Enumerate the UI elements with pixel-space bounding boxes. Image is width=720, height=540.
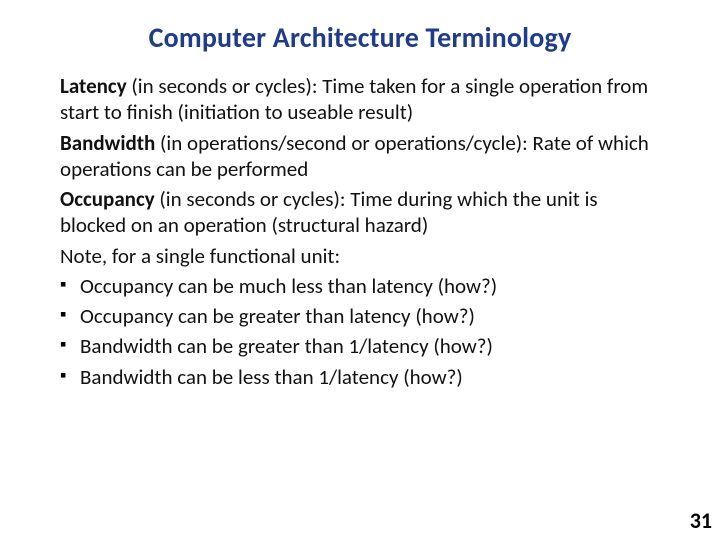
list-item: Bandwidth can be less than 1/latency (ho…: [60, 364, 660, 390]
definition-latency: Latency (in seconds or cycles): Time tak…: [60, 73, 660, 126]
note-line: Note, for a single functional unit:: [60, 243, 660, 269]
list-item: Bandwidth can be greater than 1/latency …: [60, 333, 660, 359]
slide-title: Computer Architecture Terminology: [0, 0, 720, 65]
term-latency: Latency: [60, 73, 127, 99]
term-occupancy: Occupancy: [60, 186, 155, 212]
definition-bandwidth: Bandwidth (in operations/second or opera…: [60, 130, 660, 183]
slide: Computer Architecture Terminology Latenc…: [0, 0, 720, 540]
term-bandwidth: Bandwidth: [60, 130, 155, 156]
definition-occupancy: Occupancy (in seconds or cycles): Time d…: [60, 186, 660, 239]
desc-latency: (in seconds or cycles): Time taken for a…: [60, 73, 648, 125]
list-item: Occupancy can be greater than latency (h…: [60, 303, 660, 329]
list-item: Occupancy can be much less than latency …: [60, 273, 660, 299]
page-number: 31: [690, 507, 712, 534]
slide-body: Latency (in seconds or cycles): Time tak…: [0, 65, 720, 390]
bullet-list: Occupancy can be much less than latency …: [60, 273, 660, 390]
